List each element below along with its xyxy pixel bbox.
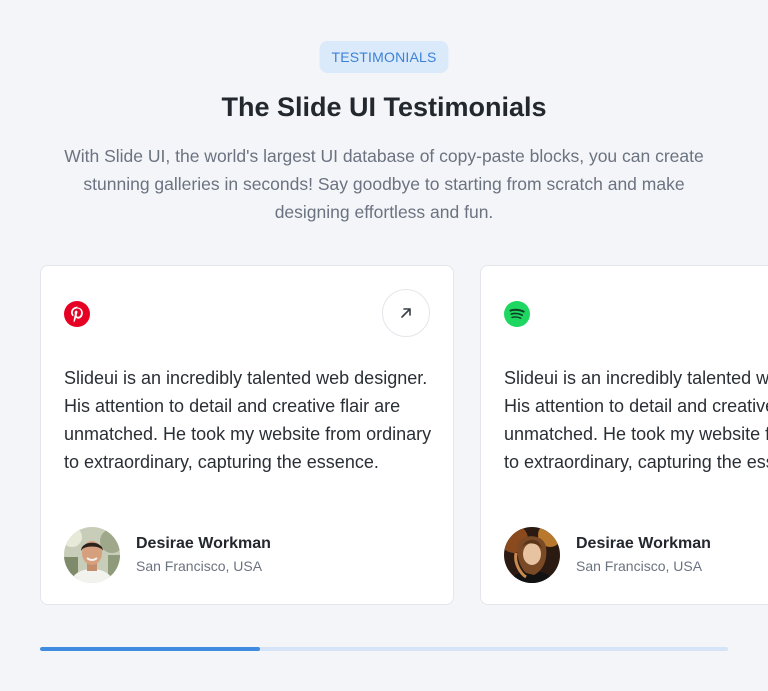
section-subtitle: With Slide UI, the world's largest UI da…	[64, 146, 704, 222]
pinterest-icon	[64, 301, 90, 327]
author-name: Desirae Workman	[576, 535, 711, 552]
avatar	[504, 527, 560, 583]
testimonial-quote: Slideui is an incredibly talented web de…	[64, 368, 432, 472]
carousel-progress-fill	[40, 647, 261, 651]
arrow-up-right-icon	[401, 308, 411, 318]
author-location: San Francisco, USA	[576, 558, 703, 574]
avatar	[64, 527, 120, 583]
spotify-icon	[504, 301, 530, 327]
section-badge: TESTIMONIALS	[319, 41, 449, 73]
testimonial-author: Desirae Workman San Francisco, USA	[64, 527, 271, 583]
testimonial-quote: Slideui is an incredibly talented web de…	[504, 368, 768, 472]
carousel-progress[interactable]	[40, 647, 728, 651]
section-title: The Slide UI Testimonials	[221, 92, 547, 122]
testimonial-author: Desirae Workman San Francisco, USA	[504, 527, 711, 583]
author-location: San Francisco, USA	[136, 558, 263, 574]
testimonial-card: Slideui is an incredibly talented web de…	[480, 265, 768, 605]
author-name: Desirae Workman	[136, 535, 271, 552]
testimonial-card: Slideui is an incredibly talented web de…	[40, 265, 454, 605]
open-testimonial-button[interactable]	[382, 289, 430, 337]
